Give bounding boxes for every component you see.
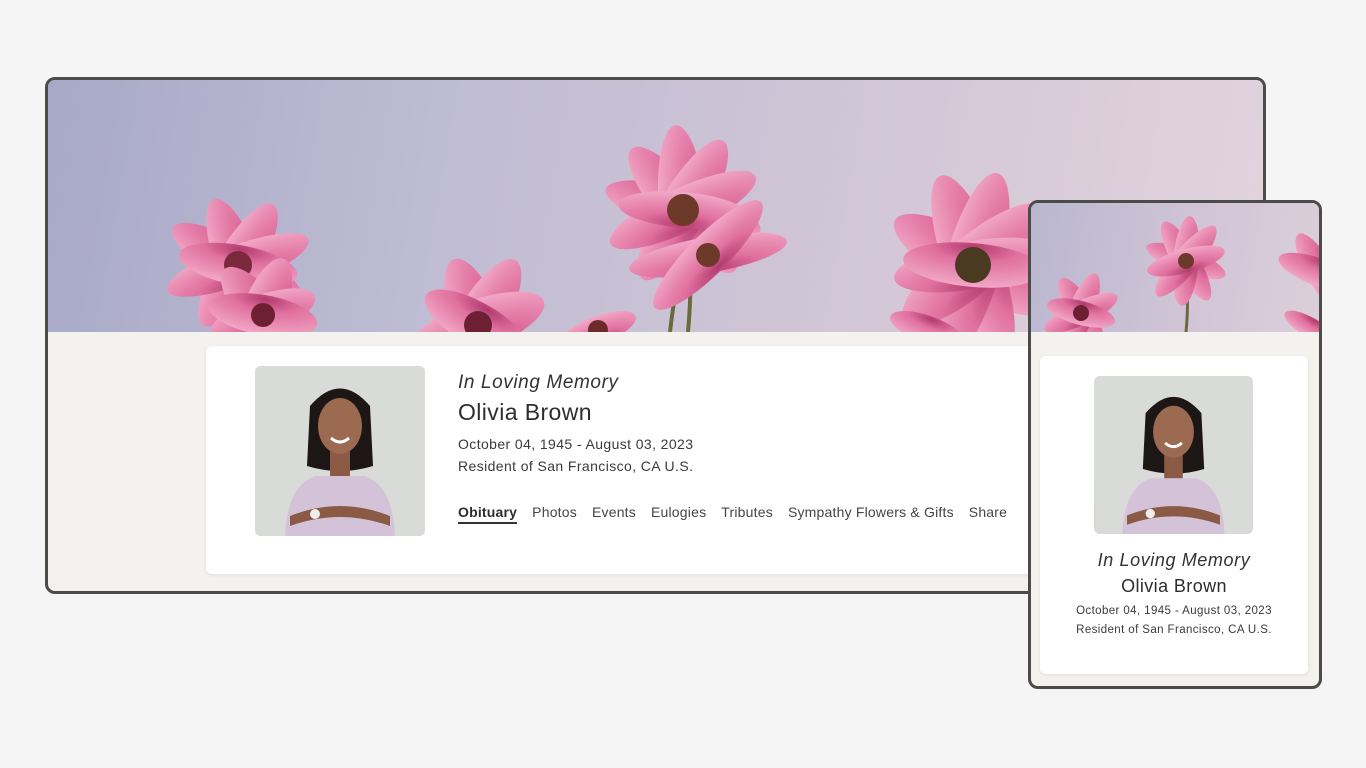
mobile-memorial-info: In Loving Memory Olivia Brown October 04… [1040, 550, 1308, 636]
tab-share[interactable]: Share [969, 504, 1007, 524]
mobile-header-banner-image [1031, 203, 1319, 332]
residence-text: Resident of San Francisco, CA U.S. [458, 458, 694, 474]
mobile-memory-heading: In Loving Memory [1097, 550, 1251, 570]
portrait-photo [255, 366, 425, 536]
tab-sympathy-flowers-gifts[interactable]: Sympathy Flowers & Gifts [788, 504, 954, 524]
tab-events[interactable]: Events [592, 504, 636, 524]
mobile-preview-frame: In Loving Memory Olivia Brown October 04… [1028, 200, 1322, 689]
mobile-woman-portrait-icon [1094, 376, 1253, 534]
woman-portrait-icon [255, 366, 425, 536]
memorial-card: In Loving Memory Olivia Brown October 04… [206, 346, 1086, 574]
mobile-life-dates: October 04, 1945 - August 03, 2023 [1076, 605, 1272, 617]
tab-eulogies[interactable]: Eulogies [651, 504, 706, 524]
mobile-portrait-photo [1094, 376, 1253, 534]
tab-tributes[interactable]: Tributes [721, 504, 773, 524]
life-dates: October 04, 1945 - August 03, 2023 [458, 436, 694, 452]
mobile-deceased-name: Olivia Brown [1121, 576, 1227, 596]
showcase-stage: In Loving Memory Olivia Brown October 04… [0, 0, 1366, 768]
deceased-name: Olivia Brown [458, 399, 592, 425]
memory-heading: In Loving Memory [458, 372, 619, 393]
tab-photos[interactable]: Photos [532, 504, 577, 524]
memorial-info: In Loving Memory Olivia Brown October 04… [458, 372, 1058, 524]
mobile-flower-illustration [1044, 216, 1319, 332]
memorial-nav-tabs: Obituary Photos Events Eulogies Tributes… [458, 504, 1058, 524]
tab-obituary[interactable]: Obituary [458, 504, 518, 524]
mobile-memorial-card: In Loving Memory Olivia Brown October 04… [1040, 356, 1308, 674]
mobile-residence-text: Resident of San Francisco, CA U.S. [1076, 624, 1272, 636]
